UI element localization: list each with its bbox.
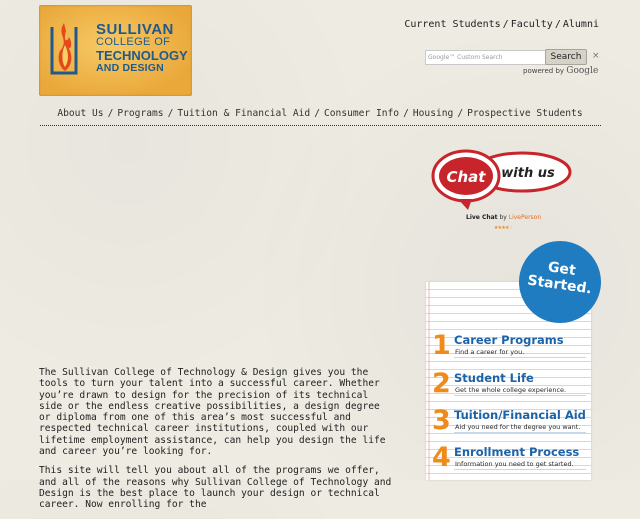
separator: /	[554, 19, 561, 30]
nav-separator: /	[107, 108, 114, 119]
rating-star-icon: ☆	[508, 223, 513, 231]
nav-housing[interactable]: Housing	[413, 108, 453, 119]
nav-separator: /	[457, 108, 464, 119]
powered-by-label: powered by	[523, 67, 565, 75]
college-logo[interactable]: SULLIVAN COLLEGE OF TECHNOLOGY AND DESIG…	[39, 5, 192, 96]
get-started-enrollment-process[interactable]: 4 Enrollment Process Information you nee…	[432, 443, 597, 477]
live-chat-text: Live Chat	[466, 214, 498, 221]
nav-about-us[interactable]: About Us	[57, 108, 103, 119]
intro-text: The Sullivan College of Technology & Des…	[39, 367, 397, 519]
logo-line-3: TECHNOLOGY	[96, 48, 188, 63]
flame-logo-icon	[50, 23, 78, 75]
with-us-words: with us	[501, 166, 555, 181]
chat-with-us-button[interactable]: Chat with us	[428, 144, 574, 210]
step-underline	[454, 432, 586, 433]
nav-divider	[40, 125, 601, 126]
google-brand: Google	[566, 66, 599, 76]
step-title: Career Programs	[454, 333, 564, 347]
main-navigation: About Us / Programs / Tuition & Financial Ai…	[0, 108, 640, 119]
chat-word: Chat	[447, 168, 487, 186]
nav-tuition-financial-aid[interactable]: Tuition & Financial Aid	[177, 108, 310, 119]
utility-links: Current Students / Faculty / Alumni	[404, 19, 599, 30]
step-number: 4	[432, 442, 451, 473]
step-title: Student Life	[454, 371, 534, 385]
current-students-link[interactable]: Current Students	[404, 19, 500, 30]
step-underline	[454, 469, 586, 470]
nav-separator: /	[403, 108, 409, 119]
logo-line-4: AND DESIGN	[96, 62, 164, 74]
step-subtitle: Get the whole college experience.	[455, 386, 567, 394]
live-chat-by: by	[497, 214, 509, 221]
step-underline	[454, 357, 586, 358]
faculty-link[interactable]: Faculty	[511, 19, 553, 30]
intro-paragraph-2: This site will tell you about all of the…	[39, 465, 392, 511]
get-started-student-life[interactable]: 2 Student Life Get the whole college exp…	[432, 369, 597, 403]
search-button[interactable]: Search	[545, 49, 587, 65]
live-chat-label: Live Chat by LivePerson	[466, 214, 541, 221]
nav-consumer-info[interactable]: Consumer Info	[324, 108, 399, 119]
nav-prospective-students[interactable]: Prospective Students	[467, 108, 583, 119]
chat-rating-stars: ★★★★☆	[494, 223, 513, 231]
clear-search-icon[interactable]: ×	[592, 51, 600, 61]
search-input[interactable]	[425, 50, 549, 65]
get-started-career-programs[interactable]: 1 Career Programs Find a career for you.	[432, 331, 597, 365]
step-number: 2	[432, 368, 451, 399]
logo-line-1: SULLIVAN	[96, 21, 174, 38]
college-name: SULLIVAN COLLEGE OF TECHNOLOGY AND DESIG…	[96, 21, 188, 75]
separator: /	[502, 19, 509, 30]
liveperson-link[interactable]: LivePerson	[509, 214, 541, 221]
get-started-tuition-financial-aid[interactable]: 3 Tuition/Financial Aid Aid you need for…	[432, 406, 597, 440]
step-title: Enrollment Process	[454, 445, 580, 459]
step-subtitle: Information you need to get started.	[455, 460, 574, 468]
step-underline	[454, 395, 586, 396]
chat-bubble-tail	[458, 199, 472, 210]
intro-paragraph-1: The Sullivan College of Technology & Des…	[39, 367, 386, 458]
step-number: 3	[432, 405, 451, 436]
step-subtitle: Aid you need for the degree you want.	[455, 423, 581, 431]
step-number: 1	[432, 330, 451, 361]
step-title: Tuition/Financial Aid	[454, 408, 586, 422]
alumni-link[interactable]: Alumni	[563, 19, 599, 30]
powered-by-google: powered by Google	[523, 66, 598, 76]
nav-separator: /	[314, 108, 320, 119]
step-subtitle: Find a career for you.	[455, 348, 525, 356]
nav-separator: /	[167, 108, 174, 119]
nav-programs[interactable]: Programs	[117, 108, 163, 119]
